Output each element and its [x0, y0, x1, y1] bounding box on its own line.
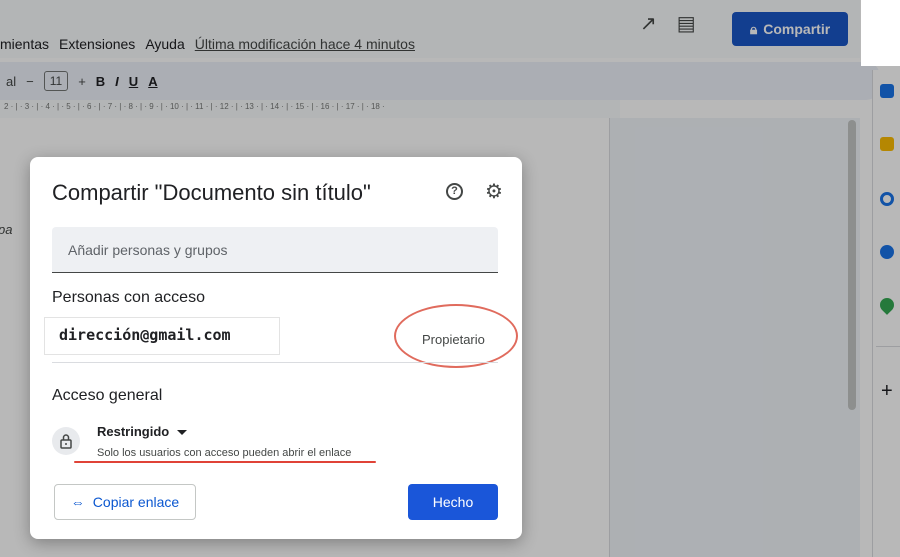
person-email: dirección@gmail.com — [44, 317, 280, 355]
link-icon: ⇔ — [70, 494, 85, 510]
general-access-heading: Acceso general — [52, 387, 163, 404]
help-icon[interactable]: ? — [446, 183, 463, 200]
chevron-down-icon — [177, 430, 188, 436]
share-dialog: Compartir "Documento sin título" ? ⚙ Per… — [30, 157, 522, 539]
access-level-label: Restringido — [97, 424, 170, 439]
access-lock-icon — [52, 427, 80, 455]
annotation-underline — [74, 461, 376, 463]
add-people-input[interactable] — [52, 227, 498, 273]
done-button[interactable]: Hecho — [408, 484, 498, 520]
copy-link-label: Copiar enlace — [92, 494, 180, 510]
copy-link-button[interactable]: ⇔ Copiar enlace — [54, 484, 196, 520]
gear-icon[interactable]: ⚙ — [485, 179, 503, 204]
annotation-circle — [394, 304, 518, 368]
access-level-dropdown[interactable]: Restringido — [97, 424, 188, 439]
access-description: Solo los usuarios con acceso pueden abri… — [97, 447, 352, 459]
people-with-access-heading: Personas con acceso — [52, 289, 205, 306]
dialog-title: Compartir "Documento sin título" — [52, 180, 371, 205]
divider — [52, 362, 498, 363]
corner-background — [861, 0, 900, 66]
